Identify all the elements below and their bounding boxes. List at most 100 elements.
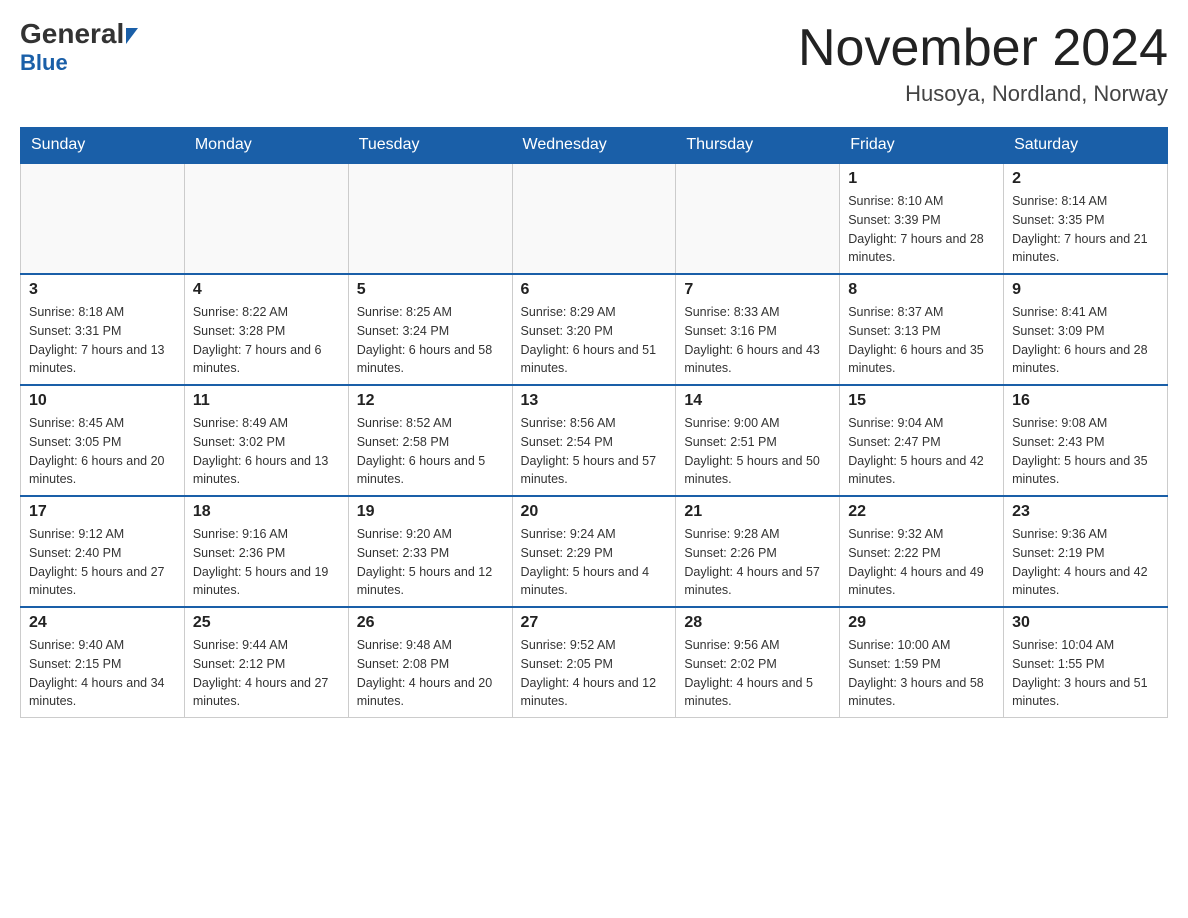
calendar-day: 17 Sunrise: 9:12 AMSunset: 2:40 PMDayligh… [21, 496, 185, 607]
logo-blue: Blue [20, 50, 68, 76]
day-number: 1 [848, 170, 995, 188]
calendar-day: 23 Sunrise: 9:36 AMSunset: 2:19 PMDayligh… [1004, 496, 1168, 607]
day-info: Sunrise: 9:20 AMSunset: 2:33 PMDaylight:… [357, 525, 504, 600]
day-info: Sunrise: 9:36 AMSunset: 2:19 PMDaylight:… [1012, 525, 1159, 600]
calendar-header-row: SundayMondayTuesdayWednesdayThursdayFrid… [21, 128, 1168, 164]
calendar-day [184, 163, 348, 274]
calendar-day: 19Sunrise: 9:20 AMSunset: 2:33 PMDayligh… [348, 496, 512, 607]
day-info: Sunrise: 9:56 AMSunset: 2:02 PMDaylight:… [684, 636, 831, 711]
calendar-day: 21 Sunrise: 9:28 AMSunset: 2:26 PMDayligh… [676, 496, 840, 607]
day-number: 28 [684, 614, 831, 632]
day-number: 24 [29, 614, 176, 632]
day-info: Sunrise: 8:29 AMSunset: 3:20 PMDaylight:… [521, 303, 668, 378]
day-number: 30 [1012, 614, 1159, 632]
calendar-day [348, 163, 512, 274]
calendar-day [676, 163, 840, 274]
calendar-weekday-saturday: Saturday [1004, 128, 1168, 164]
calendar-day: 4Sunrise: 8:22 AMSunset: 3:28 PMDaylight… [184, 274, 348, 385]
day-info: Sunrise: 10:04 AMSunset: 1:55 PMDaylight… [1012, 636, 1159, 711]
day-number: 23 [1012, 503, 1159, 521]
calendar-week-row: 10 Sunrise: 8:45 AMSunset: 3:05 PMDayligh… [21, 385, 1168, 496]
calendar-day: 14Sunrise: 9:00 AMSunset: 2:51 PMDayligh… [676, 385, 840, 496]
day-number: 7 [684, 281, 831, 299]
day-info: Sunrise: 10:00 AMSunset: 1:59 PMDaylight… [848, 636, 995, 711]
day-info: Sunrise: 9:28 AMSunset: 2:26 PMDaylight:… [684, 525, 831, 600]
day-number: 15 [848, 392, 995, 410]
day-info: Sunrise: 9:00 AMSunset: 2:51 PMDaylight:… [684, 414, 831, 489]
calendar-table: SundayMondayTuesdayWednesdayThursdayFrid… [20, 127, 1168, 718]
calendar-title: November 2024 [798, 20, 1168, 77]
day-info: Sunrise: 8:41 AMSunset: 3:09 PMDaylight:… [1012, 303, 1159, 378]
calendar-weekday-monday: Monday [184, 128, 348, 164]
day-info: Sunrise: 8:45 AMSunset: 3:05 PMDaylight:… [29, 414, 176, 489]
calendar-day: 22 Sunrise: 9:32 AMSunset: 2:22 PMDayligh… [840, 496, 1004, 607]
calendar-weekday-sunday: Sunday [21, 128, 185, 164]
calendar-subtitle: Husoya, Nordland, Norway [798, 81, 1168, 107]
calendar-day: 6Sunrise: 8:29 AMSunset: 3:20 PMDaylight… [512, 274, 676, 385]
calendar-day: 16 Sunrise: 9:08 AMSunset: 2:43 PMDayligh… [1004, 385, 1168, 496]
calendar-day: 18 Sunrise: 9:16 AMSunset: 2:36 PMDayligh… [184, 496, 348, 607]
logo: General Blue [20, 20, 138, 76]
day-number: 16 [1012, 392, 1159, 410]
calendar-day: 27 Sunrise: 9:52 AMSunset: 2:05 PMDayligh… [512, 607, 676, 718]
calendar-day: 20Sunrise: 9:24 AMSunset: 2:29 PMDayligh… [512, 496, 676, 607]
calendar-week-row: 3 Sunrise: 8:18 AMSunset: 3:31 PMDaylight… [21, 274, 1168, 385]
calendar-day: 1 Sunrise: 8:10 AMSunset: 3:39 PMDaylight… [840, 163, 1004, 274]
day-info: Sunrise: 8:49 AMSunset: 3:02 PMDaylight:… [193, 414, 340, 489]
day-number: 12 [357, 392, 504, 410]
calendar-day: 28 Sunrise: 9:56 AMSunset: 2:02 PMDayligh… [676, 607, 840, 718]
day-info: Sunrise: 9:48 AMSunset: 2:08 PMDaylight:… [357, 636, 504, 711]
day-number: 27 [521, 614, 668, 632]
calendar-week-row: 1 Sunrise: 8:10 AMSunset: 3:39 PMDaylight… [21, 163, 1168, 274]
calendar-day: 2 Sunrise: 8:14 AMSunset: 3:35 PMDaylight… [1004, 163, 1168, 274]
day-info: Sunrise: 8:18 AMSunset: 3:31 PMDaylight:… [29, 303, 176, 378]
calendar-day: 5Sunrise: 8:25 AMSunset: 3:24 PMDaylight… [348, 274, 512, 385]
day-number: 10 [29, 392, 176, 410]
day-info: Sunrise: 9:08 AMSunset: 2:43 PMDaylight:… [1012, 414, 1159, 489]
day-number: 3 [29, 281, 176, 299]
day-number: 8 [848, 281, 995, 299]
calendar-day: 10 Sunrise: 8:45 AMSunset: 3:05 PMDayligh… [21, 385, 185, 496]
day-info: Sunrise: 8:33 AMSunset: 3:16 PMDaylight:… [684, 303, 831, 378]
day-number: 2 [1012, 170, 1159, 188]
day-info: Sunrise: 8:52 AMSunset: 2:58 PMDaylight:… [357, 414, 504, 489]
day-info: Sunrise: 8:10 AMSunset: 3:39 PMDaylight:… [848, 192, 995, 267]
day-info: Sunrise: 9:12 AMSunset: 2:40 PMDaylight:… [29, 525, 176, 600]
day-info: Sunrise: 9:40 AMSunset: 2:15 PMDaylight:… [29, 636, 176, 711]
calendar-week-row: 24 Sunrise: 9:40 AMSunset: 2:15 PMDayligh… [21, 607, 1168, 718]
day-number: 20 [521, 503, 668, 521]
day-number: 21 [684, 503, 831, 521]
calendar-weekday-tuesday: Tuesday [348, 128, 512, 164]
calendar-day: 26 Sunrise: 9:48 AMSunset: 2:08 PMDayligh… [348, 607, 512, 718]
day-info: Sunrise: 8:14 AMSunset: 3:35 PMDaylight:… [1012, 192, 1159, 267]
calendar-day: 7 Sunrise: 8:33 AMSunset: 3:16 PMDaylight… [676, 274, 840, 385]
calendar-day: 25Sunrise: 9:44 AMSunset: 2:12 PMDayligh… [184, 607, 348, 718]
day-info: Sunrise: 9:16 AMSunset: 2:36 PMDaylight:… [193, 525, 340, 600]
calendar-day: 15Sunrise: 9:04 AMSunset: 2:47 PMDayligh… [840, 385, 1004, 496]
day-number: 26 [357, 614, 504, 632]
page-header: General Blue November 2024 Husoya, Nordl… [20, 20, 1168, 107]
calendar-day: 3 Sunrise: 8:18 AMSunset: 3:31 PMDaylight… [21, 274, 185, 385]
day-number: 25 [193, 614, 340, 632]
day-info: Sunrise: 9:32 AMSunset: 2:22 PMDaylight:… [848, 525, 995, 600]
day-info: Sunrise: 8:56 AMSunset: 2:54 PMDaylight:… [521, 414, 668, 489]
calendar-weekday-friday: Friday [840, 128, 1004, 164]
calendar-day [512, 163, 676, 274]
calendar-day: 13 Sunrise: 8:56 AMSunset: 2:54 PMDayligh… [512, 385, 676, 496]
calendar-day: 30 Sunrise: 10:04 AMSunset: 1:55 PMDaylig… [1004, 607, 1168, 718]
calendar-day: 9 Sunrise: 8:41 AMSunset: 3:09 PMDaylight… [1004, 274, 1168, 385]
day-info: Sunrise: 9:52 AMSunset: 2:05 PMDaylight:… [521, 636, 668, 711]
calendar-week-row: 17 Sunrise: 9:12 AMSunset: 2:40 PMDayligh… [21, 496, 1168, 607]
logo-text: General [20, 20, 138, 48]
calendar-day: 8Sunrise: 8:37 AMSunset: 3:13 PMDaylight… [840, 274, 1004, 385]
calendar-weekday-thursday: Thursday [676, 128, 840, 164]
calendar-day: 24 Sunrise: 9:40 AMSunset: 2:15 PMDayligh… [21, 607, 185, 718]
day-number: 17 [29, 503, 176, 521]
day-number: 13 [521, 392, 668, 410]
calendar-day: 12 Sunrise: 8:52 AMSunset: 2:58 PMDayligh… [348, 385, 512, 496]
day-number: 9 [1012, 281, 1159, 299]
calendar-weekday-wednesday: Wednesday [512, 128, 676, 164]
day-number: 4 [193, 281, 340, 299]
day-number: 22 [848, 503, 995, 521]
day-number: 18 [193, 503, 340, 521]
